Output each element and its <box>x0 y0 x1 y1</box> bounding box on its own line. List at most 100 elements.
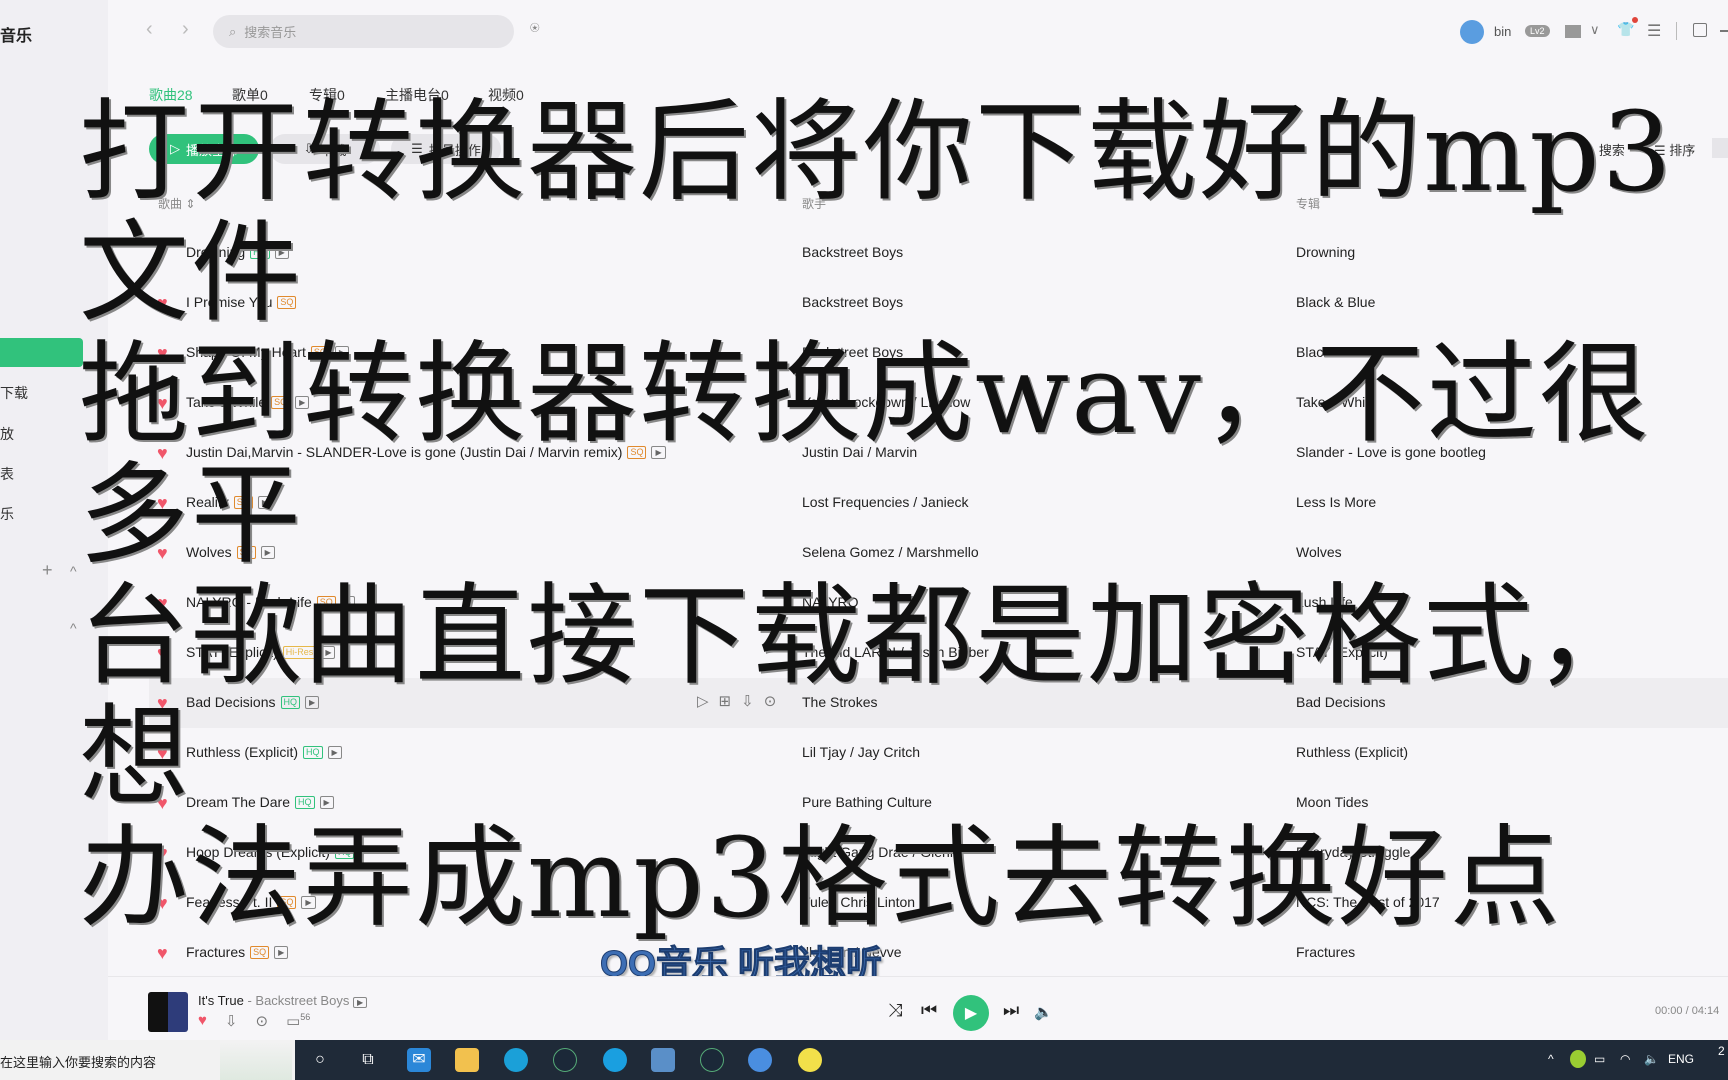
song-artist[interactable]: Lost Frequencies / Janieck <box>802 494 969 510</box>
compass-icon[interactable] <box>748 1048 772 1072</box>
song-row[interactable]: ♥ Fearless Pt. II SQ ▶ Tule / Chris Linton… <box>149 878 1728 928</box>
download-button[interactable]: ⇩ 下载 <box>270 134 380 164</box>
song-album[interactable]: Drowning <box>1296 244 1355 260</box>
mv-icon[interactable]: ▶ <box>340 595 355 609</box>
song-album[interactable]: Black & Blue <box>1296 294 1375 310</box>
song-title[interactable]: Drowning <box>186 244 245 260</box>
song-album[interactable]: Ruthless (Explicit) <box>1296 744 1408 760</box>
batch-button[interactable]: ☰ 批量操作 <box>391 134 501 164</box>
song-artist[interactable]: Backstreet Boys <box>802 344 903 360</box>
mini-mode-icon[interactable] <box>1693 23 1707 37</box>
song-row[interactable]: ♥ Hoop Dreams (Explicit) HQ Flight Gang D… <box>149 828 1728 878</box>
song-row[interactable]: ♥ Justin Dai,Marvin - SLANDER-Love is go… <box>149 428 1728 478</box>
song-album[interactable]: Moon Tides <box>1296 794 1368 810</box>
now-playing-artist[interactable]: Backstreet Boys <box>255 993 349 1008</box>
search-list-button[interactable]: ⌕ 搜索 <box>1588 140 1625 159</box>
song-title[interactable]: STAY (Explicit) <box>186 644 278 660</box>
song-row[interactable]: ♥ Take a While SQ ▶ Yellow Lockdown / Lice… <box>149 378 1728 428</box>
task-view-icon[interactable]: ⧉ <box>356 1048 380 1072</box>
heart-icon[interactable]: ♥ <box>198 1012 207 1030</box>
qq-music-tray-icon[interactable] <box>1570 1050 1586 1068</box>
heart-icon[interactable]: ♥ <box>157 893 168 913</box>
skin-icon[interactable]: 👕 <box>1617 21 1634 38</box>
song-album[interactable]: Bad Decisions <box>1296 694 1386 710</box>
add-icon[interactable]: ⊞ <box>719 692 732 710</box>
song-album[interactable]: Slander - Love is gone bootleg <box>1296 444 1486 460</box>
tab-playlists[interactable]: 歌单0 <box>232 85 268 105</box>
username[interactable]: bin <box>1494 24 1511 39</box>
mail-icon[interactable]: ✉ <box>407 1048 431 1072</box>
cortana-icon[interactable]: ○ <box>308 1048 332 1072</box>
download-icon[interactable]: ⇩ <box>225 1012 238 1030</box>
song-album[interactable]: STAY (Explicit) <box>1296 644 1388 660</box>
song-artist[interactable]: Flight Gang Drae / Glenn <box>802 844 958 860</box>
sidebar-item-recent[interactable]: 放 <box>0 424 14 444</box>
song-artist[interactable]: Tule / Chris Linton <box>802 894 915 910</box>
song-title[interactable]: NALYRO - Lush Life <box>186 594 312 610</box>
song-row[interactable]: ♥ STAY (Explicit) Hi-Res ▶ The Kid LAROI /… <box>149 628 1728 678</box>
steam-icon[interactable] <box>553 1048 577 1072</box>
song-artist[interactable]: Backstreet Boys <box>802 294 903 310</box>
song-row[interactable]: ♥ NALYRO - Lush Life SQ ▶ NALYRO Lush Life <box>149 578 1728 628</box>
battery-icon[interactable]: ▭ <box>1594 1052 1605 1066</box>
song-title[interactable]: Shape Of My Heart <box>186 344 306 360</box>
steam-icon[interactable] <box>700 1048 724 1072</box>
song-album[interactable]: NCS: The Best of 2017 <box>1296 894 1440 910</box>
song-album[interactable]: Wolves <box>1296 544 1342 560</box>
sidebar-item-active[interactable] <box>0 338 83 367</box>
heart-icon[interactable]: ♥ <box>157 793 168 813</box>
song-artist[interactable]: Pure Bathing Culture <box>802 794 932 810</box>
speaker-icon[interactable]: 🔈 <box>1644 1052 1659 1066</box>
song-row[interactable]: ♥ Ruthless (Explicit) HQ ▶ Lil Tjay / Jay … <box>149 728 1728 778</box>
song-album[interactable]: Everyday Struggle <box>1296 844 1410 860</box>
song-artist[interactable]: Justin Dai / Marvin <box>802 444 917 460</box>
song-row[interactable]: ♥ Dream The Dare HQ ▶ Pure Bathing Culture… <box>149 778 1728 828</box>
song-album[interactable]: Fractures <box>1296 944 1355 960</box>
tab-videos[interactable]: 视频0 <box>488 85 524 105</box>
heart-icon[interactable]: ♥ <box>157 693 168 713</box>
edge-icon[interactable] <box>504 1048 528 1072</box>
song-title[interactable]: Reality <box>186 494 229 510</box>
tab-albums[interactable]: 专辑0 <box>309 85 345 105</box>
song-artist[interactable]: Selena Gomez / Marshmello <box>802 544 979 560</box>
mv-icon[interactable]: ▶ <box>352 997 368 1008</box>
song-album[interactable]: Lush Life <box>1296 594 1353 610</box>
song-album[interactable]: Black & Blue <box>1296 344 1375 360</box>
song-title[interactable]: Wolves <box>186 544 232 560</box>
song-row[interactable]: ♥ Drowning HQ ▶ Backstreet Boys Drowning <box>149 228 1728 278</box>
heart-icon[interactable]: ♥ <box>157 343 168 363</box>
next-icon[interactable]: ⏭ <box>1003 1000 1019 1021</box>
heart-icon[interactable]: ♥ <box>157 443 168 463</box>
heart-icon[interactable]: ♥ <box>157 843 168 863</box>
heart-icon[interactable]: ♥ <box>157 943 168 963</box>
mv-icon[interactable]: ▶ <box>274 245 289 259</box>
mv-icon[interactable]: ▶ <box>319 795 334 809</box>
heart-icon[interactable]: ♥ <box>157 493 168 513</box>
forward-icon[interactable]: › <box>182 18 189 41</box>
heart-icon[interactable]: ♥ <box>157 543 168 563</box>
song-row[interactable]: ♥ I Promise You SQ Backstreet Boys Black … <box>149 278 1728 328</box>
wifi-icon[interactable]: ◠ <box>1620 1052 1630 1066</box>
collapse-icon[interactable]: ^ <box>70 563 77 579</box>
sort-button[interactable]: ☰ 排序 <box>1654 140 1695 159</box>
sidebar-item-download[interactable]: 下载 <box>0 383 28 403</box>
collapse-icon[interactable]: ^ <box>70 620 77 636</box>
song-title[interactable]: Justin Dai,Marvin - SLANDER-Love is gone… <box>186 444 622 460</box>
add-playlist-icon[interactable]: + <box>42 560 53 581</box>
play-icon[interactable]: ▷ <box>697 692 709 710</box>
song-artist[interactable]: Yellow Lockdown / Licellow <box>802 394 970 410</box>
mv-icon[interactable]: ▶ <box>334 345 349 359</box>
mv-icon[interactable]: ▶ <box>257 495 272 509</box>
file-explorer-icon[interactable] <box>455 1048 479 1072</box>
more-icon[interactable]: ⊙ <box>764 692 777 710</box>
mv-icon[interactable]: ▶ <box>274 945 289 959</box>
heart-icon[interactable]: ♥ <box>157 643 168 663</box>
song-title[interactable]: Bad Decisions <box>186 694 276 710</box>
song-album[interactable]: Less Is More <box>1296 494 1376 510</box>
song-row[interactable]: ♥ Reality SQ ▶ Lost Frequencies / Janieck … <box>149 478 1728 528</box>
song-title[interactable]: I Promise You <box>186 294 272 310</box>
search-input[interactable]: ⌕ 搜索音乐 <box>213 15 514 48</box>
more-icon[interactable]: ⊙ <box>255 1012 268 1030</box>
qq-music-icon[interactable] <box>798 1048 822 1072</box>
app-icon[interactable] <box>651 1048 675 1072</box>
